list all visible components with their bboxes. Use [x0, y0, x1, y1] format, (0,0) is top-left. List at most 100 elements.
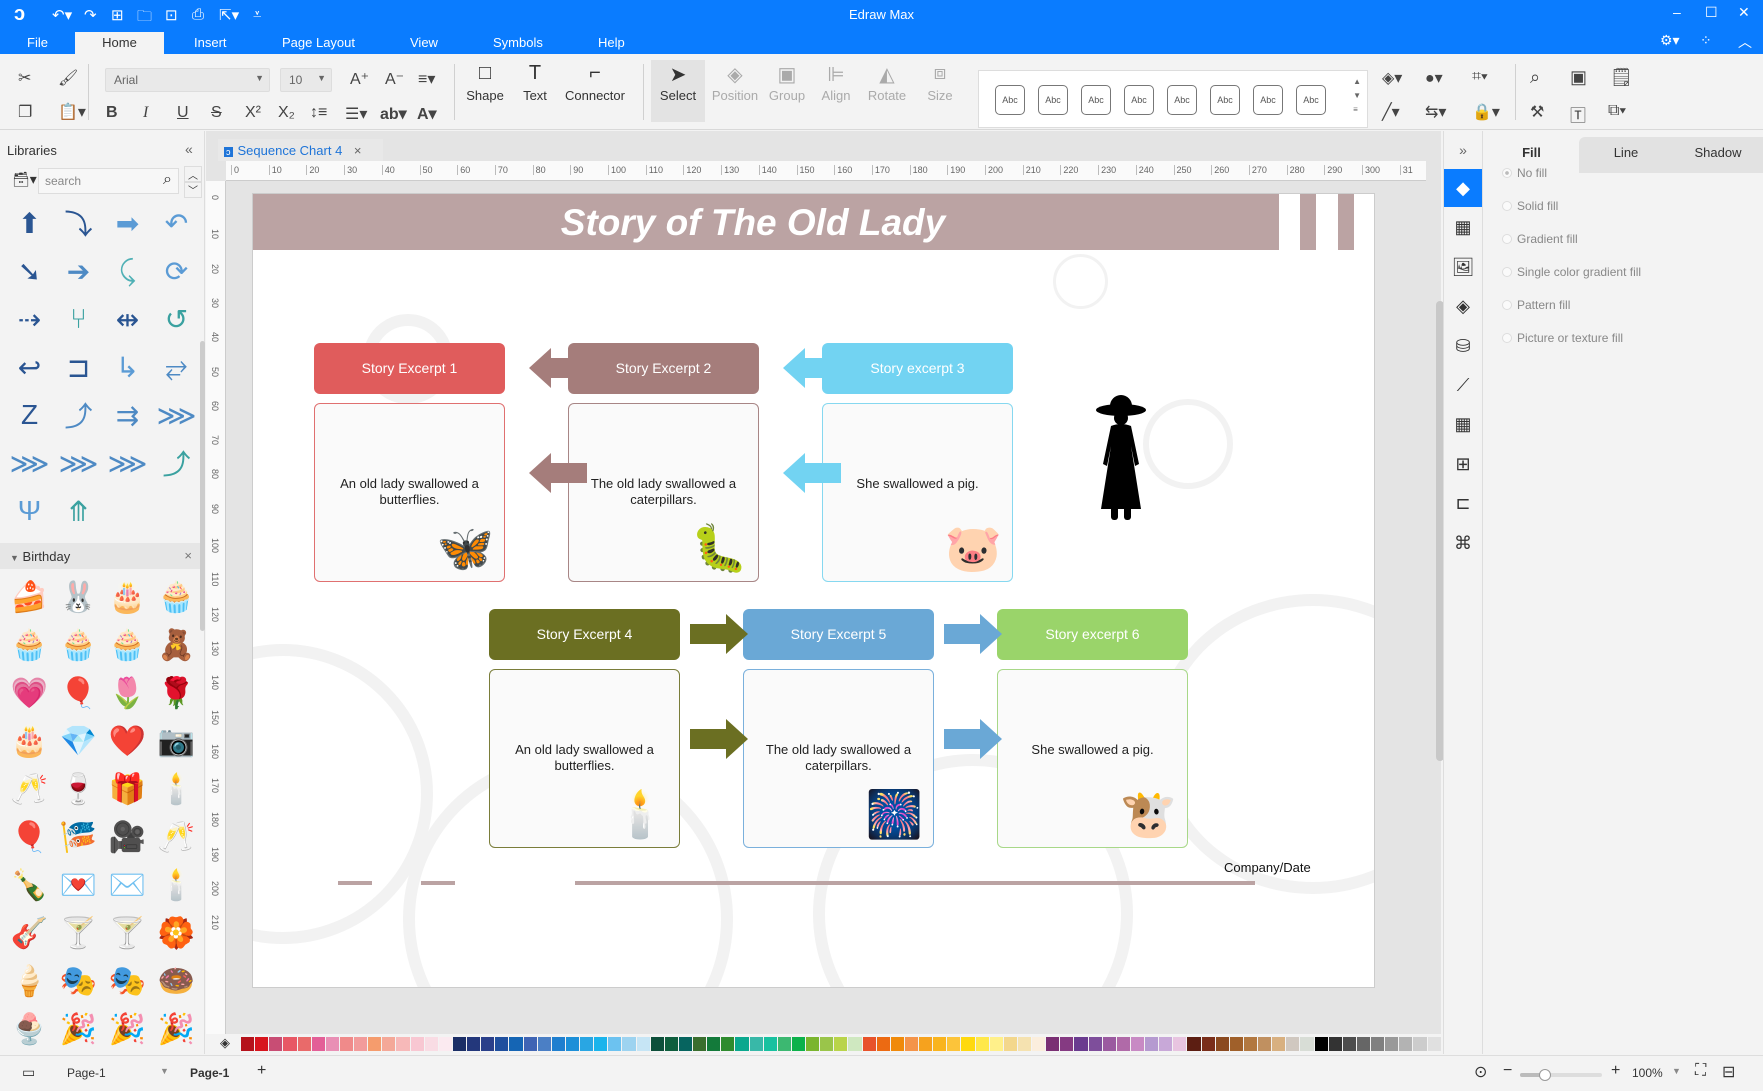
color-swatch[interactable]	[961, 1037, 975, 1051]
add-page-icon[interactable]: +	[257, 1062, 266, 1080]
story-excerpt-card[interactable]: An old lady swallowed a butterflies. 🕯️	[489, 669, 680, 848]
color-swatch[interactable]	[311, 1037, 325, 1051]
arrow-left-connector[interactable]	[783, 453, 841, 493]
birthday-shape-item[interactable]: 🥂	[5, 767, 54, 811]
arrow-shape-item[interactable]: ⑂	[54, 295, 103, 343]
menu-insert[interactable]: Insert	[194, 32, 227, 54]
color-swatch[interactable]	[1300, 1037, 1314, 1051]
arrow-right-connector[interactable]	[944, 719, 1002, 759]
settings-icon[interactable]: ⚙▾	[1660, 32, 1680, 49]
arrow-shape-item[interactable]: ⇢	[5, 295, 54, 343]
color-swatch[interactable]	[1003, 1037, 1017, 1051]
color-swatch[interactable]	[467, 1037, 481, 1051]
arrow-shape-item[interactable]: ⤹	[103, 247, 152, 295]
arrow-left-connector[interactable]	[529, 453, 587, 493]
style-preview[interactable]: Abc	[1081, 85, 1111, 115]
color-swatch[interactable]	[537, 1037, 551, 1051]
line-style-icon[interactable]: ⇆▾	[1425, 102, 1446, 122]
birthday-shape-item[interactable]: 🕯️	[152, 767, 201, 811]
birthday-shape-item[interactable]: 🎈	[54, 671, 103, 715]
birthday-shape-item[interactable]: 🍨	[5, 1007, 54, 1051]
font-family-select[interactable]: Arial ▼	[105, 68, 270, 92]
crop-icon[interactable]: ⌗▾	[1472, 68, 1488, 86]
birthday-shape-item[interactable]: 🧸	[152, 623, 201, 667]
company-date-label[interactable]: Company/Date	[1224, 860, 1311, 875]
find-replace-icon[interactable]: 🗒	[1610, 67, 1633, 88]
text-highlight-icon[interactable]: ab▾	[380, 104, 407, 124]
diagram-title[interactable]: Story of The Old Lady	[253, 202, 1253, 244]
menu-symbols[interactable]: Symbols	[493, 32, 543, 54]
zoom-out-icon[interactable]: −	[1503, 1062, 1512, 1080]
radio-button[interactable]	[1502, 300, 1512, 310]
color-swatch[interactable]	[1371, 1037, 1385, 1051]
color-swatch[interactable]	[410, 1037, 424, 1051]
birthday-shape-item[interactable]: 🎁	[103, 767, 152, 811]
color-swatch[interactable]	[1243, 1037, 1257, 1051]
color-swatch[interactable]	[735, 1037, 749, 1051]
birthday-shape-item[interactable]: 🌷	[103, 671, 152, 715]
color-swatch[interactable]	[1258, 1037, 1272, 1051]
birthday-shape-item[interactable]: 🥂	[152, 815, 201, 859]
color-swatch[interactable]	[1060, 1037, 1074, 1051]
color-swatch[interactable]	[382, 1037, 396, 1051]
birthday-shape-item[interactable]: 🍩	[152, 959, 201, 1003]
style-preview[interactable]: Abc	[1167, 85, 1197, 115]
color-swatch[interactable]	[1385, 1037, 1399, 1051]
story-excerpt-header[interactable]: Story Excerpt 5	[743, 609, 934, 660]
color-swatch[interactable]	[678, 1037, 692, 1051]
org-icon[interactable]: ⊞	[1444, 445, 1482, 483]
color-swatch[interactable]	[368, 1037, 382, 1051]
line-color-icon[interactable]: ╱▾	[1382, 102, 1400, 122]
birthday-shape-item[interactable]: 🍸	[103, 911, 152, 955]
birthday-shape-item[interactable]: 🍦	[5, 959, 54, 1003]
fill-option[interactable]: Single color gradient fill	[1502, 265, 1641, 279]
menu-help[interactable]: Help	[598, 32, 625, 54]
birthday-shape-item[interactable]: 🧁	[54, 623, 103, 667]
arrow-shape-item[interactable]: ⤊	[54, 487, 103, 535]
style-preview[interactable]: Abc	[1038, 85, 1068, 115]
radio-button[interactable]	[1502, 234, 1512, 244]
color-swatch[interactable]	[721, 1037, 735, 1051]
collapse-panel-icon[interactable]: «	[185, 141, 193, 157]
arrow-shape-item[interactable]: ⋙	[103, 439, 152, 487]
color-swatch[interactable]	[1102, 1037, 1116, 1051]
menu-file[interactable]: File	[27, 32, 48, 54]
grow-font-icon[interactable]: A⁺	[350, 69, 369, 89]
birthday-shape-item[interactable]: 🍰	[5, 575, 54, 619]
fill-option[interactable]: Picture or texture fill	[1502, 331, 1623, 345]
arrow-shape-item[interactable]: ⋙	[5, 439, 54, 487]
color-swatch[interactable]	[1187, 1037, 1201, 1051]
fit-page-icon[interactable]: ▣	[1570, 67, 1587, 88]
color-swatch[interactable]	[848, 1037, 862, 1051]
align-text-icon[interactable]: ≡▾	[418, 69, 435, 89]
color-swatch[interactable]	[1017, 1037, 1031, 1051]
birthday-shape-item[interactable]: 🎉	[54, 1007, 103, 1051]
color-swatch[interactable]	[707, 1037, 721, 1051]
color-swatch[interactable]	[1328, 1037, 1342, 1051]
birthday-shape-item[interactable]: 🎭	[54, 959, 103, 1003]
color-swatch[interactable]	[1088, 1037, 1102, 1051]
color-swatch[interactable]	[862, 1037, 876, 1051]
story-excerpt-card[interactable]: The old lady swallowed a caterpillars. 🐛	[568, 403, 759, 582]
lock-icon[interactable]: 🔒▾	[1472, 102, 1500, 122]
align-tool[interactable]: ⊫ Align	[816, 62, 856, 103]
cut-icon[interactable]: ✂	[18, 68, 31, 88]
arrow-shape-item[interactable]: ↺	[152, 295, 201, 343]
color-swatch[interactable]	[806, 1037, 820, 1051]
menu-page-layout[interactable]: Page Layout	[282, 32, 355, 54]
birthday-shape-item[interactable]: ❤️	[103, 719, 152, 763]
zoom-slider-knob[interactable]	[1538, 1069, 1551, 1081]
color-swatch[interactable]	[919, 1037, 933, 1051]
superscript-icon[interactable]: X²	[245, 104, 261, 122]
birthday-shape-item[interactable]: 💌	[54, 863, 103, 907]
birthday-shape-item[interactable]: 🏵️	[152, 911, 201, 955]
color-swatch[interactable]	[509, 1037, 523, 1051]
color-swatch[interactable]	[989, 1037, 1003, 1051]
color-swatch[interactable]	[904, 1037, 918, 1051]
story-excerpt-card[interactable]: An old lady swallowed a butterflies. 🦋	[314, 403, 505, 582]
close-button[interactable]: ✕	[1738, 4, 1750, 21]
color-swatch[interactable]	[452, 1037, 466, 1051]
connector-tool[interactable]: ⌐ Connector	[563, 62, 627, 103]
timeline-icon[interactable]: ⊏	[1444, 484, 1482, 522]
birthday-shape-item[interactable]: 🎉	[103, 1007, 152, 1051]
